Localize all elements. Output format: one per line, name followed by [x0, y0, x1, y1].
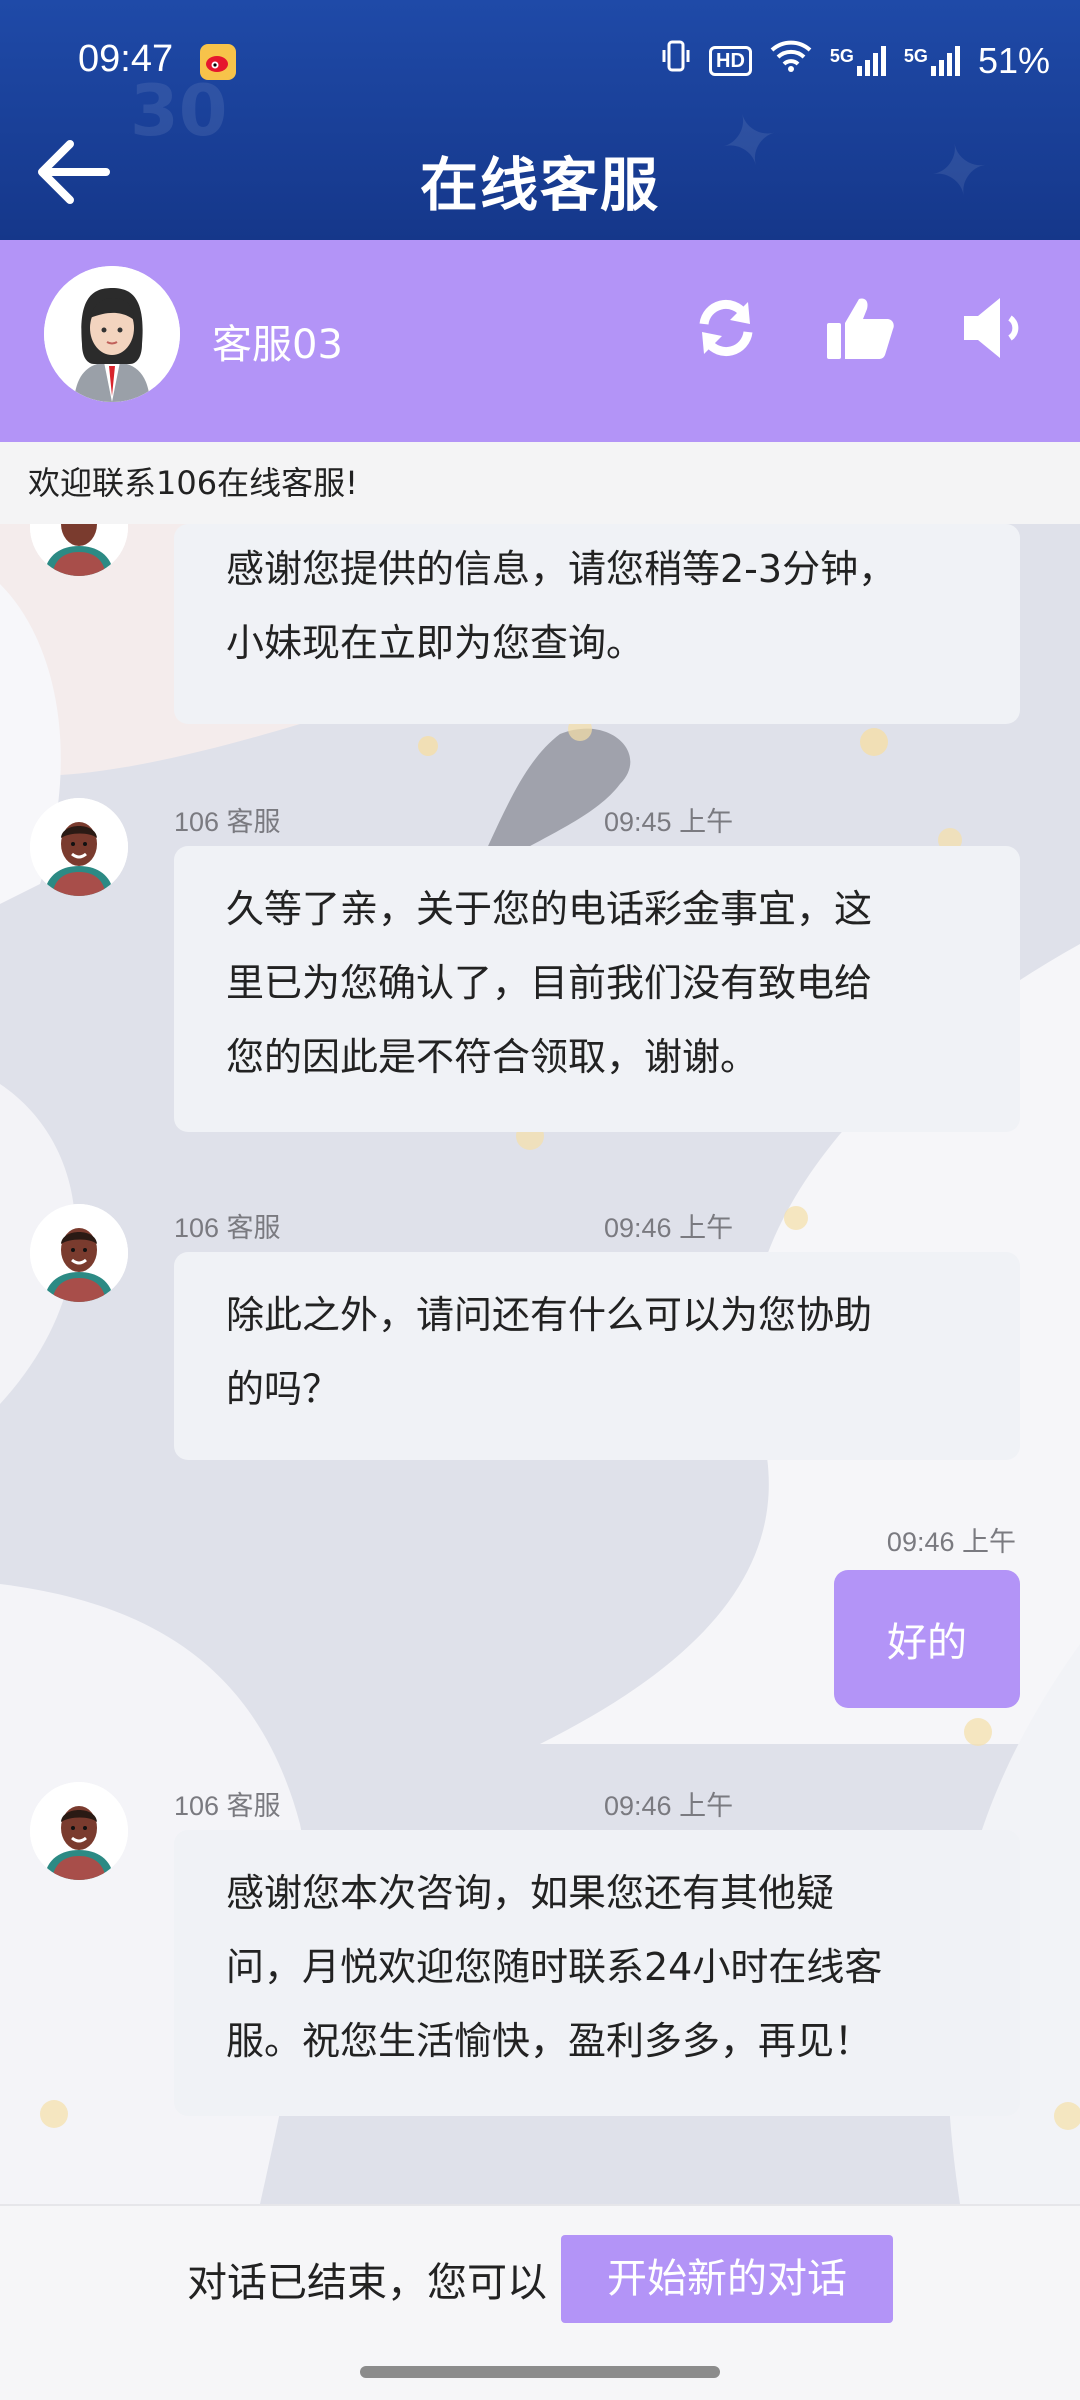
chat-area[interactable]: 感谢您提供的信息，请您稍等2-3分钟， 小妹现在立即为您查询。 106 客服 0… [0, 524, 1080, 2204]
message-line: 小妹现在立即为您查询。 [226, 621, 645, 665]
message-line: 服。祝您生活愉快，盈利多多，再见！ [226, 2019, 873, 2063]
sender-name: 106 客服 [174, 1791, 281, 1821]
message-line: 除此之外，请问还有什么可以为您协助 [226, 1293, 873, 1337]
network-type-2: 5G [903, 45, 928, 66]
agent-actions [690, 292, 1030, 364]
agent-message-bubble: 感谢您本次咨询，如果您还有其他疑 问，月悦欢迎您随时联系24小时在线客 服。祝您… [174, 1830, 1020, 2116]
message-meta: 106 客服 09:45 上午 [174, 800, 734, 839]
cell-signal-1-icon: 5G [829, 45, 886, 76]
wifi-icon [770, 39, 812, 82]
sender-name: 106 客服 [174, 1213, 281, 1243]
refresh-button[interactable] [690, 292, 762, 364]
weibo-notification-icon [200, 44, 236, 80]
agent-message-bubble: 久等了亲，关于您的电话彩金事宜，这 里已为您确认了，目前我们没有致电给 您的因此… [174, 846, 1020, 1132]
my-message-bubble: 好的 [834, 1570, 1020, 1708]
chat-ended-text: 对话已结束，您可以 [187, 2260, 547, 2306]
status-indicators: HD 5G 5G 51% [661, 38, 1050, 83]
welcome-banner: 欢迎联系106在线客服! [0, 442, 1080, 524]
message-line: 感谢您本次咨询，如果您还有其他疑 [226, 1871, 835, 1915]
refresh-icon [699, 300, 753, 356]
cell-signal-2-icon: 5G [903, 45, 960, 76]
agent-message-bubble: 除此之外，请问还有什么可以为您协助 的吗？ [174, 1252, 1020, 1460]
status-bar: 09:47 HD 5G 5G 51% [0, 0, 1080, 124]
message-line: 您的因此是不符合领取，谢谢。 [226, 1035, 759, 1079]
message-time: 09:46 上午 [604, 1791, 734, 1821]
message-line: 问，月悦欢迎您随时联系24小时在线客 [226, 1945, 883, 1989]
battery-level: 51% [977, 39, 1050, 81]
speaker-icon [964, 298, 1019, 358]
message-line: 久等了亲，关于您的电话彩金事宜，这 [226, 887, 873, 931]
agent-message-avatar [30, 1782, 128, 1880]
hd-voice-badge: HD [709, 45, 752, 76]
message-time: 09:45 上午 [604, 807, 734, 837]
vibrate-icon [661, 38, 691, 83]
thumbs-up-icon [827, 298, 894, 359]
message-time: 09:46 上午 [604, 1213, 734, 1243]
page-title: 在线客服 [419, 151, 660, 219]
my-message-time: 09:46 上午 [886, 1527, 1016, 1557]
message-line: 里已为您确认了，目前我们没有致电给 [226, 961, 873, 1005]
start-new-chat-button[interactable]: 开始新的对话 [561, 2235, 893, 2323]
agent-message-avatar [30, 524, 128, 576]
sender-name: 106 客服 [174, 807, 281, 837]
home-indicator[interactable] [360, 2366, 720, 2378]
message-meta: 106 客服 09:46 上午 [174, 1206, 734, 1245]
agent-bar: 客服03 [0, 240, 1080, 442]
agent-message-avatar [30, 1204, 128, 1302]
app-header: 30 ✦ ✦ 09:47 HD 5G 5G 51% 在线客服 [0, 0, 1080, 240]
agent-name: 客服03 [212, 322, 343, 368]
message-line: 感谢您提供的信息，请您稍等2-3分钟， [226, 547, 897, 591]
like-button[interactable] [824, 292, 896, 364]
agent-message-bubble: 感谢您提供的信息，请您稍等2-3分钟， 小妹现在立即为您查询。 [174, 524, 1020, 724]
sound-button[interactable] [958, 292, 1030, 364]
message-meta: 106 客服 09:46 上午 [174, 1784, 734, 1823]
network-type-1: 5G [829, 45, 854, 66]
message-line: 的吗？ [226, 1367, 341, 1411]
agent-avatar [44, 266, 180, 402]
chat-ended-footer: 对话已结束，您可以 开始新的对话 [0, 2204, 1080, 2352]
status-time: 09:47 [78, 38, 174, 80]
agent-message-avatar [30, 798, 128, 896]
